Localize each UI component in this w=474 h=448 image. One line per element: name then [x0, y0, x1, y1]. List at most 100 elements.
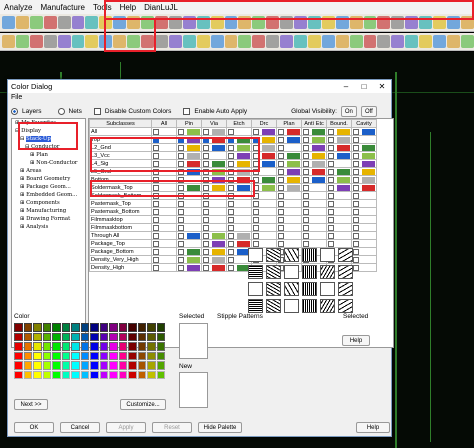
- layer-checkbox[interactable]: [178, 257, 184, 263]
- color-swatch[interactable]: [262, 161, 275, 167]
- palette-swatch[interactable]: [42, 361, 51, 370]
- layer-checkbox[interactable]: [228, 201, 234, 207]
- table-row[interactable]: Pastemask_Bottom: [89, 207, 377, 216]
- visibility-on-button[interactable]: On: [340, 106, 357, 117]
- layer-checkbox[interactable]: [278, 217, 284, 223]
- table-row[interactable]: Filmmasktop: [89, 215, 377, 224]
- layer-checkbox[interactable]: [278, 185, 284, 191]
- layer-checkbox[interactable]: [253, 129, 259, 135]
- color-swatch[interactable]: [187, 129, 200, 135]
- nets-radio[interactable]: [57, 108, 65, 115]
- next-button[interactable]: Next >>: [14, 399, 48, 410]
- layer-checkbox[interactable]: [353, 145, 359, 151]
- palette-swatch[interactable]: [99, 370, 108, 379]
- customize-button[interactable]: Customize...: [120, 399, 166, 410]
- layer-checkbox[interactable]: [278, 209, 284, 215]
- layer-checkbox[interactable]: [178, 249, 184, 255]
- color-swatch[interactable]: [312, 137, 325, 143]
- layer-checkbox[interactable]: [278, 233, 284, 239]
- layer-checkbox[interactable]: [353, 137, 359, 143]
- palette-swatch[interactable]: [156, 332, 165, 341]
- palette-swatch[interactable]: [52, 351, 61, 360]
- palette-swatch[interactable]: [42, 370, 51, 379]
- palette-swatch[interactable]: [14, 342, 23, 351]
- layer-checkbox[interactable]: [303, 145, 309, 151]
- palette-swatch[interactable]: [42, 351, 51, 360]
- palette-swatch[interactable]: [90, 323, 99, 332]
- layer-checkbox[interactable]: [303, 217, 309, 223]
- toolbar-icon[interactable]: [321, 35, 335, 48]
- toolbar-icon[interactable]: [266, 35, 280, 48]
- layer-checkbox[interactable]: [228, 129, 234, 135]
- layer-checkbox[interactable]: [303, 177, 309, 183]
- color-swatch[interactable]: [312, 169, 325, 175]
- color-swatch[interactable]: [212, 265, 225, 271]
- palette-swatch[interactable]: [71, 351, 80, 360]
- layer-checkbox[interactable]: [353, 177, 359, 183]
- stipple-swatch[interactable]: [284, 282, 299, 296]
- maximize-icon[interactable]: □: [355, 80, 373, 93]
- color-swatch[interactable]: [262, 137, 275, 143]
- palette-swatch[interactable]: [147, 351, 156, 360]
- layer-checkbox[interactable]: [153, 241, 159, 247]
- color-swatch[interactable]: [287, 185, 300, 191]
- file-menu[interactable]: File: [11, 94, 22, 101]
- layer-checkbox[interactable]: [278, 145, 284, 151]
- layer-checkbox[interactable]: [353, 185, 359, 191]
- close-icon[interactable]: ✕: [373, 80, 391, 93]
- table-row[interactable]: Through All: [89, 231, 377, 240]
- palette-swatch[interactable]: [14, 332, 23, 341]
- palette-swatch[interactable]: [23, 323, 32, 332]
- layer-checkbox[interactable]: [328, 161, 334, 167]
- palette-swatch[interactable]: [42, 323, 51, 332]
- layer-checkbox[interactable]: [303, 137, 309, 143]
- layer-checkbox[interactable]: [328, 177, 334, 183]
- toolbar-icon[interactable]: [419, 35, 433, 48]
- palette-swatch[interactable]: [128, 370, 137, 379]
- toolbar-icon[interactable]: [43, 16, 57, 29]
- palette-swatch[interactable]: [156, 361, 165, 370]
- minimize-icon[interactable]: –: [337, 80, 355, 93]
- palette-swatch[interactable]: [128, 351, 137, 360]
- layer-checkbox[interactable]: [303, 225, 309, 231]
- palette-swatch[interactable]: [137, 361, 146, 370]
- layer-checkbox[interactable]: [328, 241, 334, 247]
- layer-checkbox[interactable]: [178, 265, 184, 271]
- palette-swatch[interactable]: [61, 342, 70, 351]
- toolbar-icon[interactable]: [252, 35, 266, 48]
- layer-checkbox[interactable]: [303, 241, 309, 247]
- palette-swatch[interactable]: [52, 370, 61, 379]
- toolbar-icon[interactable]: [15, 35, 29, 48]
- color-swatch[interactable]: [212, 249, 225, 255]
- stipple-swatch[interactable]: [302, 248, 317, 262]
- table-row[interactable]: All: [89, 127, 377, 136]
- palette-swatch[interactable]: [147, 361, 156, 370]
- color-swatch[interactable]: [337, 153, 350, 159]
- palette-swatch[interactable]: [118, 351, 127, 360]
- tree-item[interactable]: ⊞ Components: [12, 199, 85, 207]
- layer-checkbox[interactable]: [328, 209, 334, 215]
- layer-checkbox[interactable]: [253, 209, 259, 215]
- toolbar-icon[interactable]: [85, 16, 99, 29]
- stipple-patterns[interactable]: [248, 248, 353, 313]
- layer-checkbox[interactable]: [303, 201, 309, 207]
- layer-checkbox[interactable]: [328, 129, 334, 135]
- palette-swatch[interactable]: [118, 361, 127, 370]
- color-swatch[interactable]: [312, 145, 325, 151]
- toolbar-icon[interactable]: [182, 35, 196, 48]
- stipple-swatch[interactable]: [320, 265, 335, 279]
- layer-checkbox[interactable]: [328, 137, 334, 143]
- color-swatch[interactable]: [362, 185, 375, 191]
- stipple-swatch[interactable]: [248, 265, 263, 279]
- layer-checkbox[interactable]: [303, 153, 309, 159]
- color-swatch[interactable]: [312, 153, 325, 159]
- palette-swatch[interactable]: [156, 351, 165, 360]
- layer-checkbox[interactable]: [153, 209, 159, 215]
- palette-swatch[interactable]: [52, 323, 61, 332]
- palette-swatch[interactable]: [109, 351, 118, 360]
- toolbar-icon[interactable]: [15, 16, 29, 29]
- stipple-swatch[interactable]: [302, 282, 317, 296]
- color-swatch[interactable]: [262, 145, 275, 151]
- cancel-button[interactable]: Cancel: [60, 422, 100, 433]
- layer-checkbox[interactable]: [328, 145, 334, 151]
